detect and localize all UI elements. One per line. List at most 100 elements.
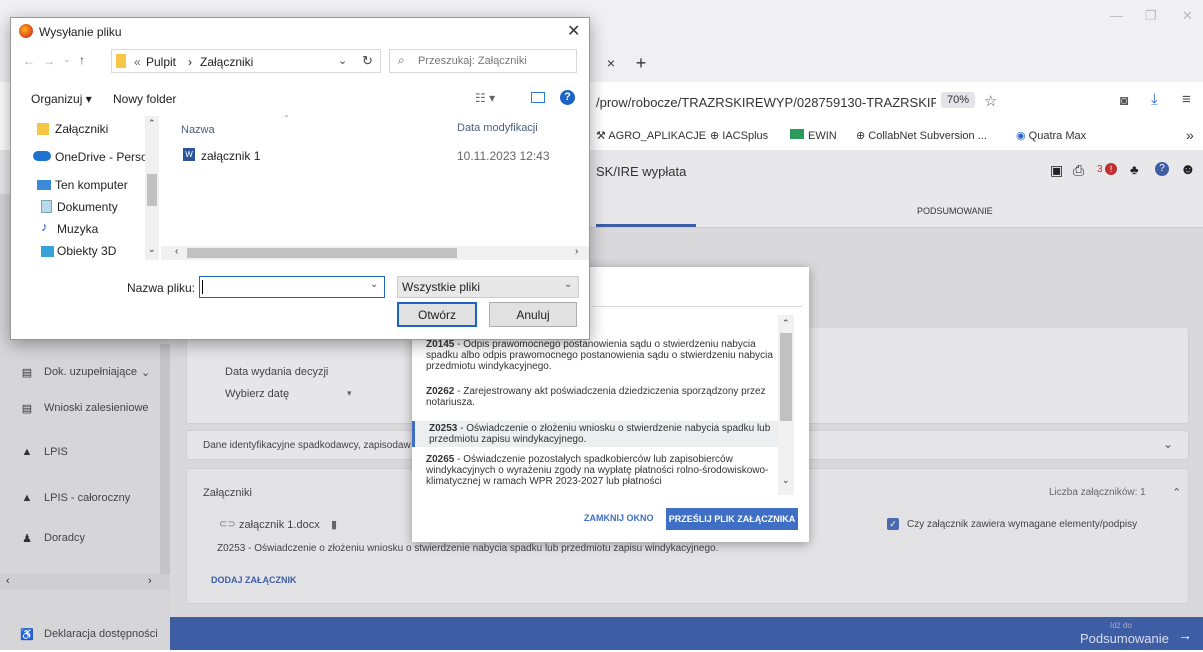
h-scroll-thumb[interactable] (187, 248, 457, 258)
chevron-up-icon[interactable]: ⌃ (1172, 486, 1181, 499)
checkbox-required[interactable]: ✓ (887, 518, 899, 530)
zoom-badge[interactable]: 70% (941, 92, 976, 108)
bell-icon[interactable]: ♣ (1130, 162, 1139, 177)
download-icon[interactable]: ⤓ (1151, 91, 1158, 108)
view-options-icon[interactable]: ☷ ▾ (475, 91, 495, 105)
nav-scroll-thumb[interactable] (147, 174, 157, 206)
dropdown-icon[interactable]: ▾ (347, 388, 352, 399)
open-button[interactable]: Otwórz (397, 302, 477, 327)
save-icon[interactable]: ▣ (1050, 162, 1063, 179)
option-z0253[interactable]: Z0253 - Oświadczenie o złożeniu wniosku … (412, 421, 788, 447)
print-icon[interactable]: ⎙ (1073, 162, 1084, 179)
sidebar-item-lpis[interactable]: ▲ LPIS (0, 434, 160, 470)
path-segment-pulpit[interactable]: Pulpit (146, 55, 176, 69)
scroll-right-icon[interactable]: › (575, 246, 578, 257)
help-icon[interactable]: ? (560, 90, 575, 105)
footer-navigation[interactable]: Idź do Podsumowanie → (170, 617, 1203, 650)
minimize-icon[interactable]: — (1110, 8, 1123, 23)
star-icon[interactable]: ☆ (984, 92, 997, 110)
nav-scrollbar[interactable]: ⌃ ⌄ (145, 116, 159, 260)
more-bookmarks-icon[interactable]: » (1186, 127, 1194, 143)
filename-input[interactable]: ⌄ (199, 276, 385, 298)
add-attachment-button[interactable]: DODAJ ZAŁĄCZNIK (211, 575, 297, 585)
arrow-right-icon[interactable]: → (1178, 627, 1192, 643)
attachment-file-link[interactable]: załącznik 1.docx (239, 519, 320, 531)
file-name[interactable]: załącznik 1 (201, 149, 260, 163)
new-folder-button[interactable]: Nowy folder (113, 92, 176, 106)
new-tab-button[interactable]: + (626, 48, 656, 78)
refresh-icon[interactable]: ↻ (362, 53, 373, 69)
close-tab-icon[interactable]: × (596, 48, 626, 78)
forward-icon[interactable]: → (43, 54, 55, 68)
chevron-down-icon[interactable]: ⌄ (1163, 437, 1173, 451)
user-icon[interactable]: ☻ (1180, 161, 1196, 178)
sidebar-item-lpis-caloroczny[interactable]: ▲ LPIS - całoroczny (0, 480, 160, 516)
column-date[interactable]: Data modyfikacji (457, 122, 538, 134)
scroll-up-icon[interactable]: ⌃ (782, 318, 790, 329)
menu-icon[interactable]: ≡ (1182, 91, 1191, 108)
nav-item-zalaczniki[interactable]: Załączniki (55, 122, 108, 136)
option-z0145[interactable]: Z0145 - Odpis prawomocnego postanowienia… (412, 339, 788, 372)
path-segment-zalaczniki[interactable]: Załączniki (200, 55, 253, 69)
scroll-down-icon[interactable]: ⌄ (782, 475, 790, 486)
scroll-left-icon[interactable]: ‹ (175, 246, 178, 257)
help-icon[interactable]: ? (1155, 162, 1169, 176)
path-overflow[interactable]: « (134, 55, 141, 69)
option-z0265[interactable]: Z0265 - Oświadczenie pozostałych spadkob… (412, 454, 788, 492)
nav-item-dokumenty[interactable]: Dokumenty (57, 200, 118, 214)
sidebar-item-dok-uzupelniajace[interactable]: ▤ Dok. uzupełniające ⌄ (0, 354, 160, 390)
restore-icon[interactable]: ❐ (1145, 8, 1157, 24)
url-bar[interactable]: /prow/robocze/TRAZRSKIREWYP/028759130-TR… (596, 88, 1203, 118)
history-icon[interactable]: ⌄ (63, 54, 71, 65)
file-type-filter[interactable]: Wszystkie pliki ⌄ (397, 276, 579, 298)
nav-item-ten-komputer[interactable]: Ten komputer (55, 178, 128, 192)
path-dropdown-icon[interactable]: ⌄ (338, 54, 347, 67)
option-z0262[interactable]: Z0262 - Zarejestrowany akt poświadczenia… (412, 386, 788, 408)
nav-item-muzyka[interactable]: Muzyka (57, 222, 98, 236)
up-icon[interactable]: ↑ (79, 53, 85, 67)
scroll-up-icon[interactable]: ⌃ (148, 118, 156, 129)
options-scrollbar[interactable]: ⌃ ⌄ (778, 315, 794, 495)
bookmark-quatra[interactable]: ◉ Quatra Max (1016, 129, 1086, 142)
tab-summary[interactable]: PODSUMOWANIE (917, 206, 993, 216)
upload-attachment-button[interactable]: PRZEŚLIJ PLIK ZAŁĄCZNIKA (666, 508, 798, 530)
scroll-right-icon[interactable]: › (148, 575, 152, 587)
onedrive-icon (33, 151, 51, 161)
nav-item-obiekty-3d[interactable]: Obiekty 3D (57, 244, 116, 258)
error-icon[interactable]: ! (1105, 163, 1117, 175)
file-row[interactable]: W załącznik 1 10.11.2023 12:43 (161, 146, 589, 166)
filter-value: Wszystkie pliki (402, 280, 481, 294)
organize-menu[interactable]: Organizuj ▾ (31, 92, 92, 106)
filename-dropdown-icon[interactable]: ⌄ (370, 279, 378, 290)
scroll-thumb[interactable] (780, 333, 792, 421)
date-input[interactable]: Wybierz datę (225, 388, 289, 400)
bookmark-collabnet[interactable]: ⊕ CollabNet Subversion ... (856, 129, 987, 142)
close-modal-button[interactable]: ZAMKNIJ OKNO (584, 513, 654, 523)
sidebar-item-doradcy[interactable]: ♟ Doradcy (0, 520, 160, 556)
bookmark-iacsplus[interactable]: ⊕ IACSplus (710, 129, 768, 142)
close-dialog-icon[interactable]: ✕ (567, 21, 580, 41)
url-text[interactable]: /prow/robocze/TRAZRSKIREWYP/028759130-TR… (596, 95, 936, 110)
file-h-scrollbar[interactable]: ‹ › (161, 246, 589, 260)
back-icon[interactable]: ← (23, 54, 35, 68)
sidebar-h-scrollbar[interactable]: ‹ › (0, 574, 170, 590)
error-count[interactable]: 3 (1097, 164, 1103, 175)
sidebar-item-wnioski-zalesieniowe[interactable]: ▤ Wnioski zalesieniowe (0, 390, 160, 426)
scroll-left-icon[interactable]: ‹ (6, 575, 10, 587)
sidebar-item-deklaracja[interactable]: ♿ Deklaracja dostępności (0, 616, 170, 652)
footer-summary-link[interactable]: Podsumowanie (1080, 631, 1169, 646)
bookmark-agro[interactable]: ⚒ AGRO_APLIKACJE (596, 129, 706, 142)
search-field[interactable]: ⌕ Przeszukaj: Załączniki (389, 49, 577, 73)
cancel-button[interactable]: Anuluj (489, 302, 577, 327)
path-bar[interactable]: « Pulpit › Załączniki ⌄ ↻ (111, 49, 381, 73)
preview-pane-icon[interactable] (531, 92, 545, 103)
filter-dropdown-icon[interactable]: ⌄ (564, 279, 572, 290)
scroll-down-icon[interactable]: ⌄ (148, 244, 156, 255)
nav-item-onedrive[interactable]: OneDrive - Person (55, 150, 154, 164)
bookmark-ewin[interactable]: EWIN (790, 129, 837, 142)
delete-icon[interactable]: ▮ (331, 518, 337, 531)
column-name[interactable]: Nazwa (181, 124, 215, 136)
close-window-icon[interactable]: ✕ (1182, 8, 1193, 24)
sidebar-scrollbar[interactable] (160, 344, 170, 584)
pocket-icon[interactable]: ◙ (1120, 92, 1128, 108)
